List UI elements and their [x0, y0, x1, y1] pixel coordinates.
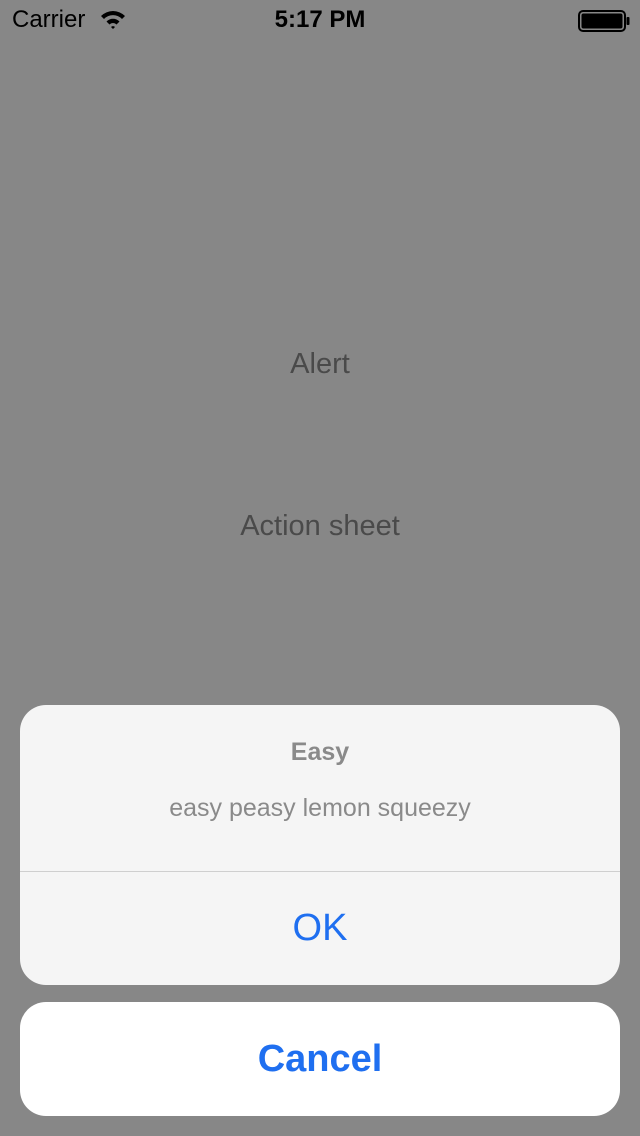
alert-button[interactable]: Alert [0, 346, 640, 382]
action-sheet-header: Easy easy peasy lemon squeezy [20, 705, 620, 871]
action-sheet-button[interactable]: Action sheet [0, 508, 640, 544]
action-sheet-title: Easy [290, 738, 350, 766]
cancel-button[interactable]: Cancel [20, 1002, 620, 1116]
action-sheet: Easy easy peasy lemon squeezy OK [20, 705, 620, 985]
battery-full-icon [578, 10, 630, 32]
action-sheet-message: easy peasy lemon squeezy [169, 794, 471, 822]
ok-button[interactable]: OK [20, 872, 620, 985]
clock: 5:17 PM [274, 6, 366, 33]
status-bar: Carrier 5:17 PM [0, 0, 640, 40]
